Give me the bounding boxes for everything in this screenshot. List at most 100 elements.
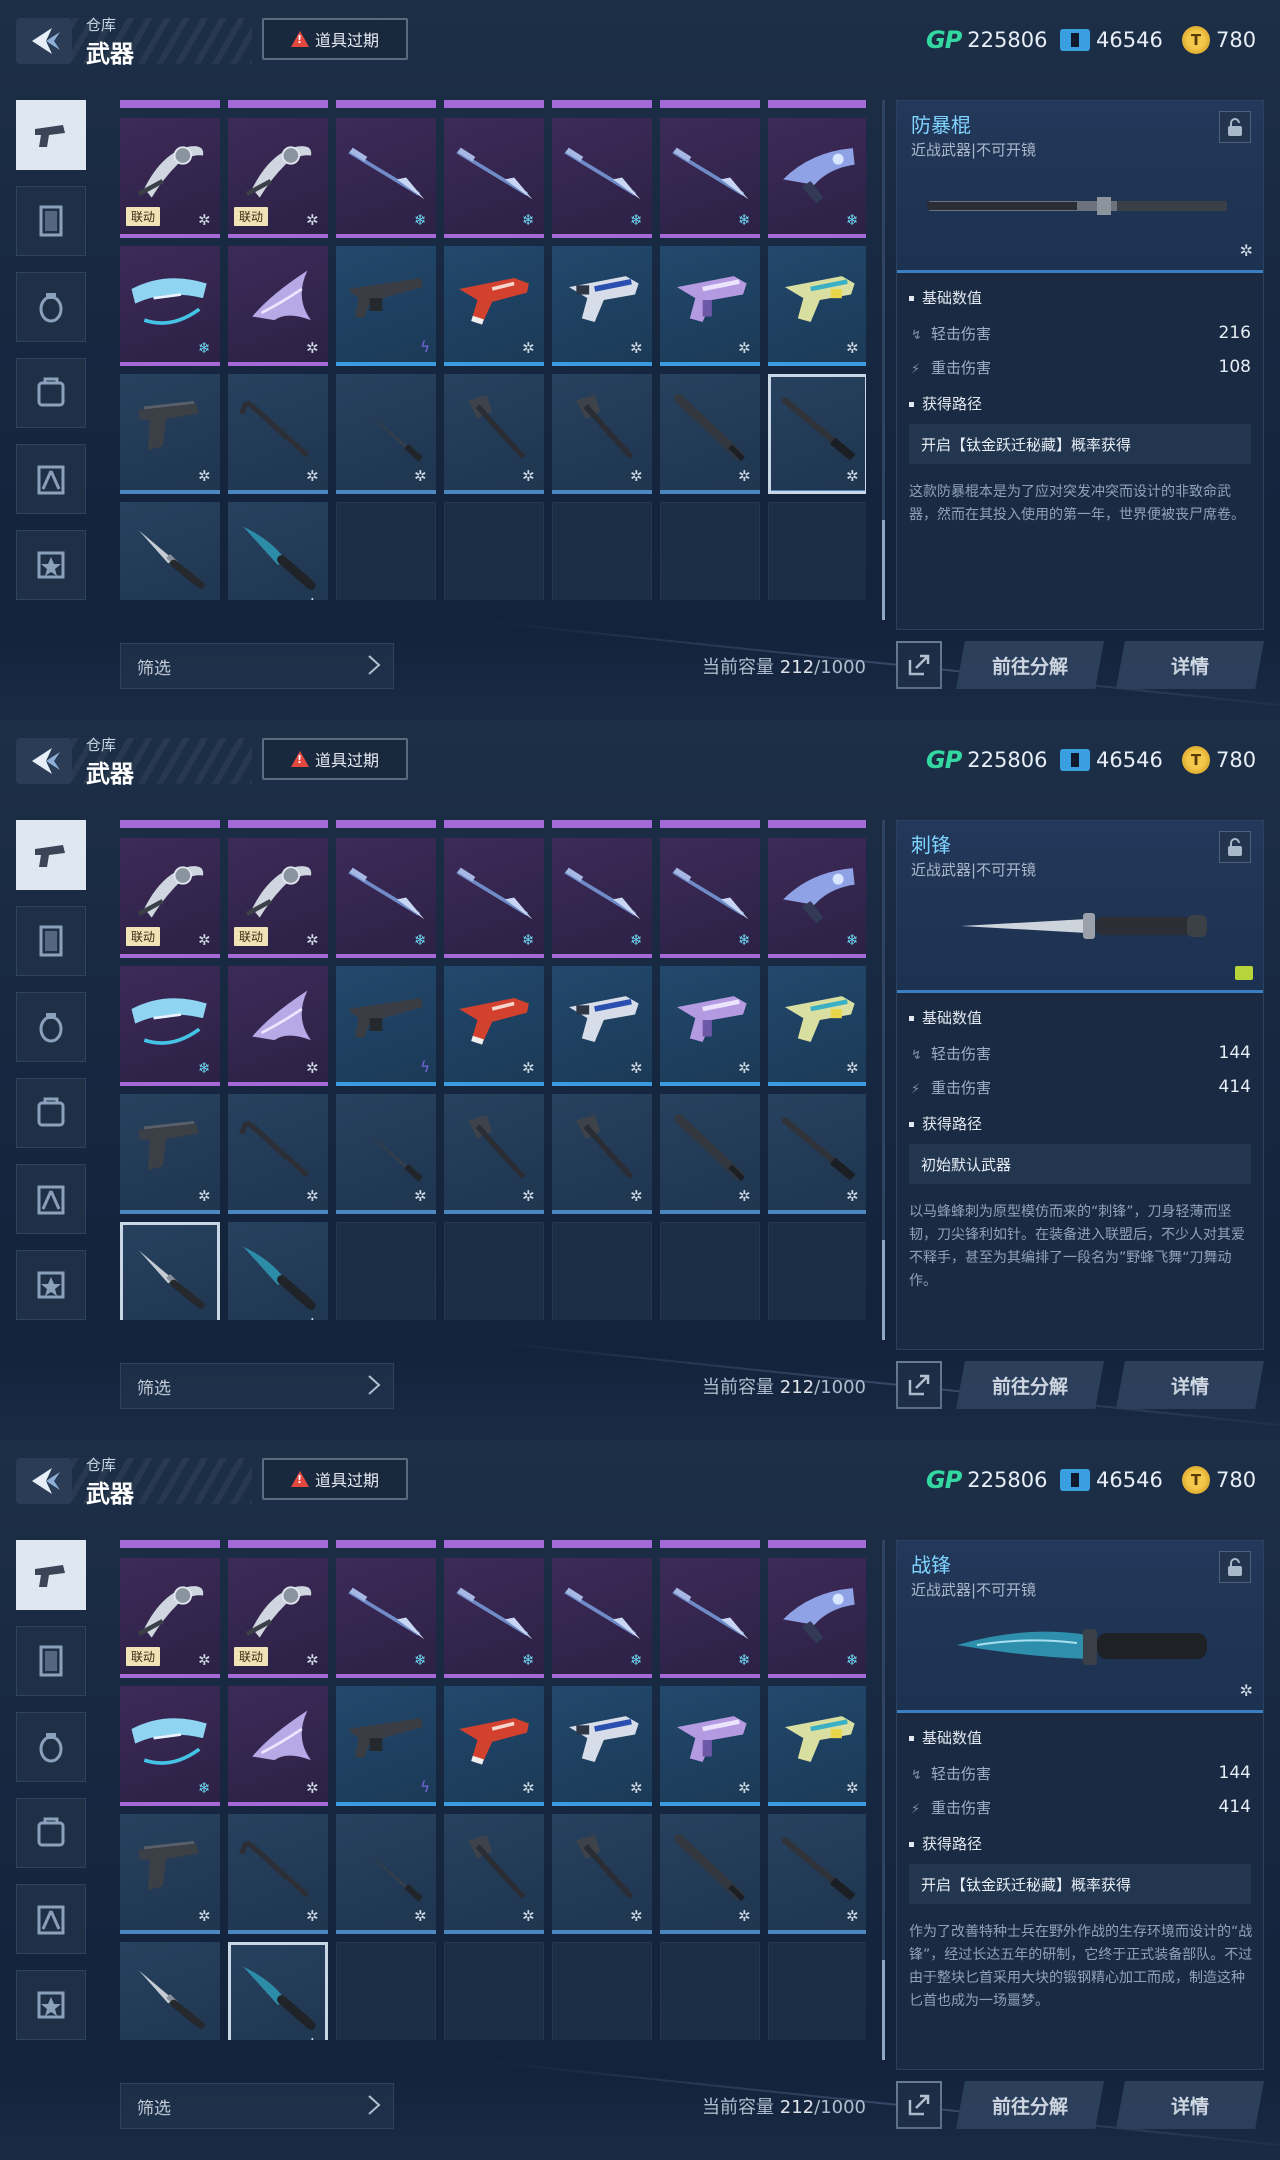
empty-slot[interactable] bbox=[552, 502, 652, 600]
weapon-slot[interactable]: ✲ bbox=[768, 1686, 866, 1806]
weapon-slot[interactable]: ❄ bbox=[768, 1558, 866, 1678]
weapon-slot[interactable]: ❄ bbox=[336, 118, 436, 238]
weapon-slot[interactable]: ❄ bbox=[768, 118, 866, 238]
category-tab[interactable] bbox=[16, 1798, 86, 1868]
weapon-slot[interactable] bbox=[120, 1222, 220, 1320]
filter-button[interactable]: 筛选 bbox=[120, 1363, 394, 1409]
back-button[interactable] bbox=[16, 18, 72, 64]
expired-items-button[interactable]: 道具过期 bbox=[262, 18, 408, 60]
category-tab[interactable] bbox=[16, 186, 86, 256]
scrollbar-thumb[interactable] bbox=[882, 1960, 885, 2060]
empty-slot[interactable] bbox=[552, 1942, 652, 2040]
grid-scrollbar[interactable] bbox=[882, 1540, 885, 2060]
back-button[interactable] bbox=[16, 738, 72, 784]
decompose-button[interactable]: 前往分解 bbox=[956, 2081, 1104, 2129]
category-tab[interactable] bbox=[16, 1164, 86, 1234]
category-tab[interactable] bbox=[16, 358, 86, 428]
back-button[interactable] bbox=[16, 1458, 72, 1504]
weapon-slot[interactable] bbox=[120, 1942, 220, 2040]
expired-items-button[interactable]: 道具过期 bbox=[262, 1458, 408, 1500]
category-tab[interactable] bbox=[16, 992, 86, 1062]
weapon-slot[interactable]: 联动 ✲ bbox=[228, 1558, 328, 1678]
empty-slot[interactable] bbox=[336, 502, 436, 600]
weapon-slot[interactable]: ✲ bbox=[552, 1094, 652, 1214]
weapon-slot[interactable]: ✲ bbox=[228, 1094, 328, 1214]
decompose-button[interactable]: 前往分解 bbox=[956, 1361, 1104, 1409]
weapon-slot[interactable]: 联动 ✲ bbox=[228, 838, 328, 958]
share-button[interactable] bbox=[896, 2081, 942, 2129]
weapon-slot[interactable]: ✲ bbox=[120, 374, 220, 494]
weapon-slot[interactable]: ✲ bbox=[444, 1094, 544, 1214]
category-tab[interactable] bbox=[16, 1250, 86, 1320]
weapon-slot[interactable]: 联动 ✲ bbox=[120, 118, 220, 238]
empty-slot[interactable] bbox=[768, 502, 866, 600]
weapon-slot[interactable]: ✲ bbox=[444, 374, 544, 494]
weapon-slot[interactable]: ✲ bbox=[768, 966, 866, 1086]
weapon-slot[interactable] bbox=[120, 502, 220, 600]
weapon-slot[interactable]: ϟ bbox=[336, 1686, 436, 1806]
share-button[interactable] bbox=[896, 641, 942, 689]
weapon-slot[interactable]: ✲ bbox=[552, 1686, 652, 1806]
weapon-slot[interactable]: ✲ bbox=[660, 246, 760, 366]
empty-slot[interactable] bbox=[336, 1942, 436, 2040]
category-tab[interactable] bbox=[16, 1712, 86, 1782]
weapon-slot[interactable]: 联动 ✲ bbox=[228, 118, 328, 238]
weapon-slot[interactable]: ❄ bbox=[768, 838, 866, 958]
weapon-slot[interactable]: ✲ bbox=[660, 966, 760, 1086]
weapon-slot[interactable]: ✲ bbox=[444, 1686, 544, 1806]
empty-slot[interactable] bbox=[552, 1222, 652, 1320]
category-tab[interactable] bbox=[16, 530, 86, 600]
lock-button[interactable] bbox=[1219, 831, 1251, 863]
category-tab[interactable] bbox=[16, 1078, 86, 1148]
weapon-slot[interactable]: ϟ bbox=[336, 246, 436, 366]
empty-slot[interactable] bbox=[768, 1942, 866, 2040]
category-tab[interactable] bbox=[16, 272, 86, 342]
grid-scrollbar[interactable] bbox=[882, 820, 885, 1340]
weapon-slot[interactable]: ✲ bbox=[120, 1094, 220, 1214]
filter-button[interactable]: 筛选 bbox=[120, 2083, 394, 2129]
category-tab[interactable] bbox=[16, 906, 86, 976]
weapon-slot[interactable]: ✲ bbox=[444, 246, 544, 366]
weapon-slot[interactable]: ❄ bbox=[660, 118, 760, 238]
grid-scrollbar[interactable] bbox=[882, 100, 885, 620]
empty-slot[interactable] bbox=[660, 1942, 760, 2040]
weapon-slot[interactable]: ❄ bbox=[552, 838, 652, 958]
weapon-slot[interactable]: ✲ bbox=[228, 374, 328, 494]
weapon-slot[interactable]: ✲ bbox=[660, 1686, 760, 1806]
scrollbar-thumb[interactable] bbox=[882, 1240, 885, 1340]
weapon-slot[interactable]: ✲ bbox=[228, 1686, 328, 1806]
weapon-slot[interactable]: ✲ bbox=[228, 966, 328, 1086]
weapon-slot[interactable]: ✲ bbox=[336, 374, 436, 494]
weapon-slot[interactable]: ✲ bbox=[660, 1814, 760, 1934]
weapon-slot[interactable]: ✲ bbox=[336, 1814, 436, 1934]
empty-slot[interactable] bbox=[660, 1222, 760, 1320]
weapon-slot[interactable]: 联动 ✲ bbox=[120, 1558, 220, 1678]
details-button[interactable]: 详情 bbox=[1116, 2081, 1264, 2129]
weapon-slot[interactable]: ❄ bbox=[120, 246, 220, 366]
weapon-slot[interactable]: ❄ bbox=[120, 966, 220, 1086]
scrollbar-thumb[interactable] bbox=[882, 520, 885, 620]
weapon-slot[interactable]: ❄ bbox=[660, 838, 760, 958]
weapon-slot[interactable]: ❄ bbox=[336, 838, 436, 958]
weapon-slot[interactable]: ✲ bbox=[552, 966, 652, 1086]
weapon-slot[interactable]: ✲ bbox=[768, 1814, 866, 1934]
weapon-slot[interactable]: ✲ bbox=[228, 1814, 328, 1934]
details-button[interactable]: 详情 bbox=[1116, 1361, 1264, 1409]
weapon-slot[interactable]: ✲ bbox=[660, 374, 760, 494]
weapon-slot[interactable]: ✲ bbox=[228, 502, 328, 600]
decompose-button[interactable]: 前往分解 bbox=[956, 641, 1104, 689]
empty-slot[interactable] bbox=[336, 1222, 436, 1320]
weapon-slot[interactable]: ✲ bbox=[552, 1814, 652, 1934]
category-tab[interactable] bbox=[16, 820, 86, 890]
category-tab[interactable] bbox=[16, 444, 86, 514]
empty-slot[interactable] bbox=[660, 502, 760, 600]
category-tab[interactable] bbox=[16, 1626, 86, 1696]
category-tab[interactable] bbox=[16, 100, 86, 170]
weapon-slot[interactable]: ✲ bbox=[228, 1222, 328, 1320]
weapon-slot[interactable]: ❄ bbox=[444, 118, 544, 238]
empty-slot[interactable] bbox=[444, 1222, 544, 1320]
weapon-slot[interactable]: ❄ bbox=[444, 1558, 544, 1678]
empty-slot[interactable] bbox=[768, 1222, 866, 1320]
weapon-slot[interactable]: ❄ bbox=[552, 118, 652, 238]
weapon-slot[interactable]: ✲ bbox=[768, 374, 866, 494]
